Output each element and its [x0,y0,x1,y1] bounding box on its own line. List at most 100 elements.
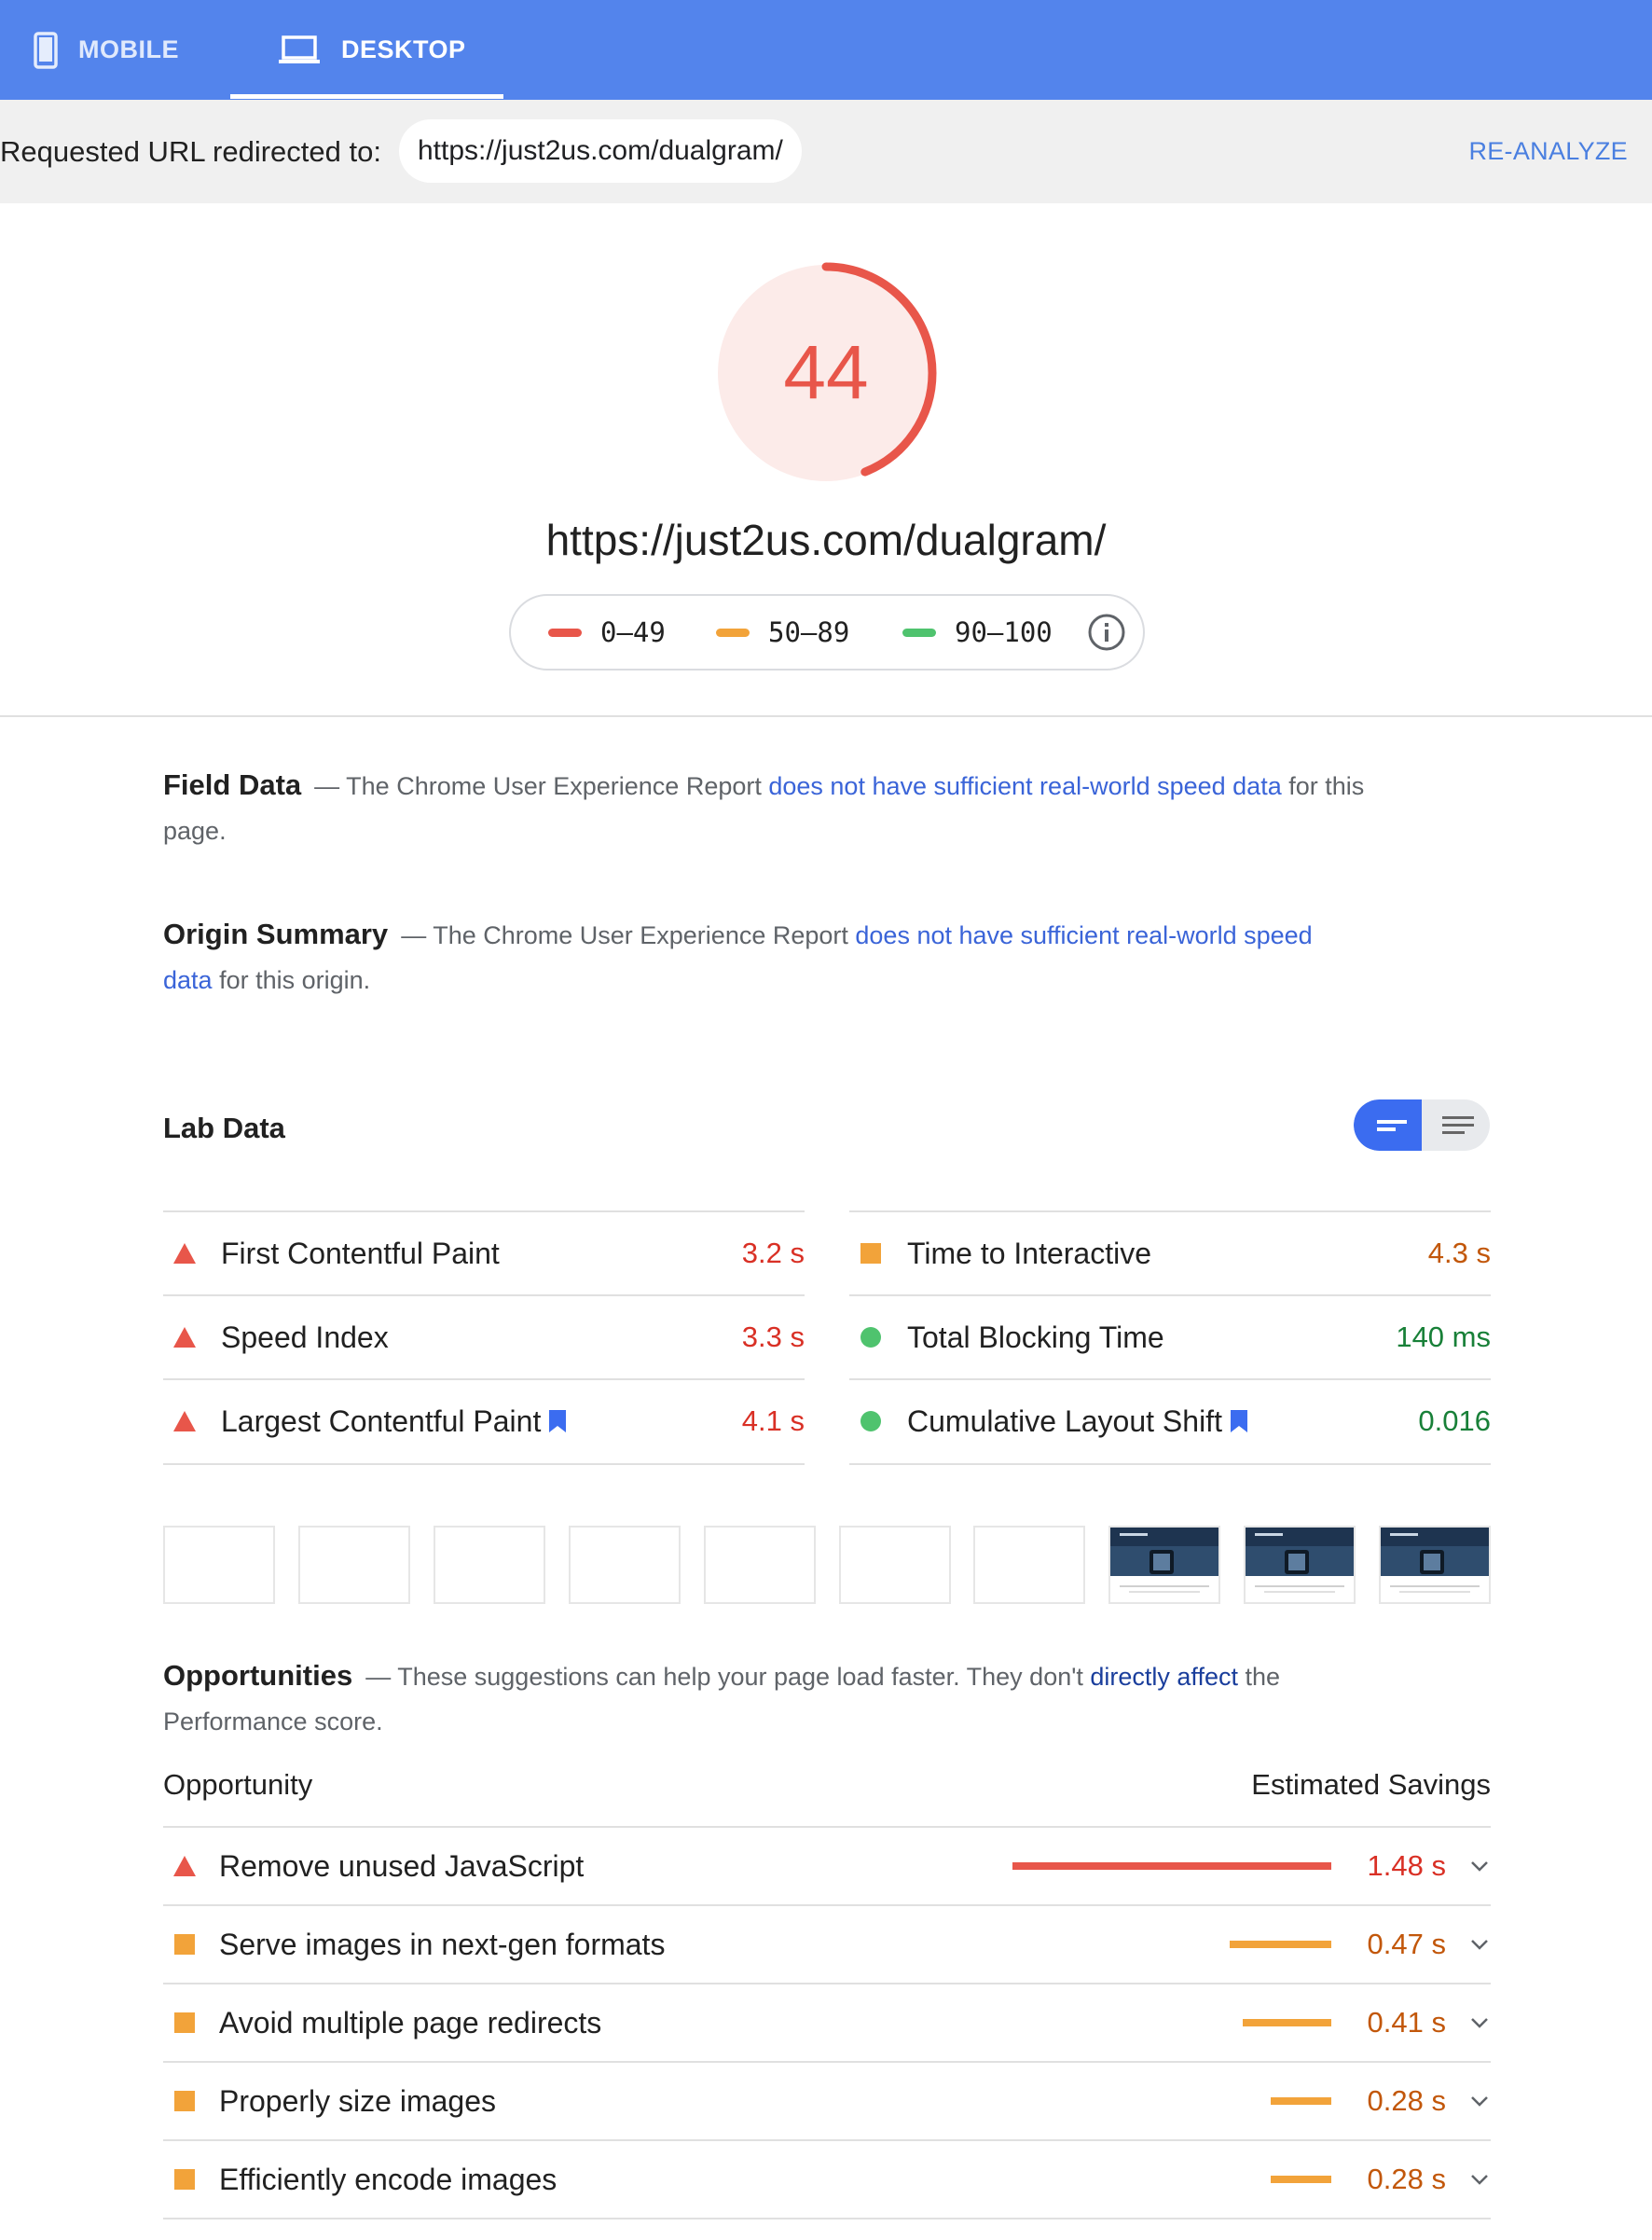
legend-average-label: 50–89 [768,616,850,648]
device-tab-bar: MOBILE DESKTOP [0,0,1652,100]
filmstrip-frame-blank [163,1526,275,1604]
origin-summary-text: — The Chrome User Experience Report [401,921,856,949]
tab-mobile-label: MOBILE [78,35,179,63]
metric-label: Total Blocking Time [907,1320,1164,1354]
core-web-vital-bookmark-icon [548,1409,567,1433]
metric-value: 3.3 s [741,1320,805,1353]
filmstrip-frame-blank [973,1526,1085,1604]
pass-circle-icon [857,1410,885,1432]
filmstrip-frame-screenshot [1244,1526,1356,1604]
laptop-icon [278,35,321,65]
divider [849,1463,1491,1465]
active-tab-indicator [230,94,503,99]
fail-triangle-icon [171,1242,199,1265]
directly-affect-link[interactable]: directly affect [1090,1663,1238,1691]
chevron-down-icon[interactable] [1468,1860,1491,1872]
redirect-bar: Requested URL redirected to: https://jus… [0,100,1652,203]
metric-value: 140 ms [1396,1320,1491,1353]
metric-time-to-interactive: Time to Interactive 4.3 s [849,1210,1491,1294]
savings-value: 0.41 s [1367,2006,1446,2039]
opportunities-heading: Opportunities [163,1659,353,1692]
divider [163,1463,805,1465]
opportunities-section: Opportunities — These suggestions can hel… [163,1653,1347,1744]
opportunity-label: Avoid multiple page redirects [219,2005,602,2040]
metric-label: Largest Contentful Paint [221,1403,542,1438]
metric-first-contentful-paint: First Contentful Paint 3.2 s [163,1210,805,1294]
score-legend: 0–49 50–89 90–100 [509,594,1145,671]
opportunity-label: Properly size images [219,2083,496,2118]
fail-triangle-icon [171,1410,199,1432]
opportunity-label: Efficiently encode images [219,2162,558,2196]
average-square-icon [171,2169,199,2190]
filmstrip-frame-blank [704,1526,816,1604]
metric-label: Time to Interactive [907,1236,1152,1270]
opportunities-text: — These suggestions can help your page l… [365,1663,1091,1691]
chevron-down-icon[interactable] [1468,2174,1491,2185]
metric-speed-index: Speed Index 3.3 s [163,1294,805,1378]
metric-label: First Contentful Paint [221,1236,500,1270]
average-swatch [716,628,750,637]
opportunity-efficiently-encode-images[interactable]: Efficiently encode images 0.28 s [163,2141,1491,2219]
savings-bar [1243,2019,1331,2026]
savings-bar [1271,2176,1331,2183]
tab-mobile[interactable]: MOBILE [34,0,179,100]
opportunity-label: Serve images in next-gen formats [219,1927,666,1961]
fail-triangle-icon [171,1326,199,1348]
field-data-section: Field Data — The Chrome User Experience R… [163,763,1375,853]
savings-value: 0.47 s [1367,1928,1446,1960]
savings-column-header: Estimated Savings [1251,1768,1491,1801]
opportunities-table-header: Opportunity Estimated Savings [163,1768,1491,1828]
short-lines-icon [1377,1120,1407,1131]
chevron-down-icon[interactable] [1468,2017,1491,2028]
metric-largest-contentful-paint: Largest Contentful Paint 4.1 s [163,1378,805,1462]
savings-value: 0.28 s [1367,2084,1446,2117]
average-square-icon [857,1243,885,1264]
metric-label: Cumulative Layout Shift [907,1403,1222,1438]
opportunity-column-header: Opportunity [163,1768,313,1801]
field-data-link[interactable]: does not have sufficient real-world spee… [768,772,1281,800]
origin-summary-text-after: for this origin. [212,966,371,994]
filmstrip-frame-blank [298,1526,410,1604]
analyzed-url: https://just2us.com/dualgram/ [545,516,1107,564]
metric-value: 4.3 s [1427,1237,1491,1269]
filmstrip-frame-screenshot [1379,1526,1491,1604]
metrics-view-toggle[interactable] [1354,1099,1490,1151]
pass-circle-icon [857,1326,885,1348]
smartphone-icon [34,31,58,69]
opportunity-properly-size-images[interactable]: Properly size images 0.28 s [163,2063,1491,2141]
chevron-down-icon[interactable] [1468,2095,1491,2107]
average-square-icon [171,1934,199,1955]
legend-pass-label: 90–100 [955,616,1053,648]
reanalyze-button[interactable]: RE-ANALYZE [1468,100,1628,203]
field-data-text: — The Chrome User Experience Report [314,772,769,800]
fail-triangle-icon [171,1855,199,1877]
legend-fail: 0–49 [548,596,666,669]
metric-value: 3.2 s [741,1237,805,1269]
tab-desktop-label: DESKTOP [341,35,466,63]
metric-value: 4.1 s [741,1404,805,1437]
savings-bar [1230,1941,1331,1948]
core-web-vital-bookmark-icon [1230,1409,1248,1433]
savings-bar [1012,1862,1331,1870]
lab-data-heading: Lab Data [163,1112,285,1144]
metric-value: 0.016 [1418,1404,1491,1437]
origin-summary-section: Origin Summary — The Chrome User Experien… [163,912,1347,1002]
filmstrip-frame-blank [839,1526,951,1604]
opportunity-next-gen-formats[interactable]: Serve images in next-gen formats 0.47 s [163,1906,1491,1984]
opportunity-remove-unused-javascript[interactable]: Remove unused JavaScript 1.48 s [163,1828,1491,1906]
expanded-view-button[interactable] [1422,1099,1490,1151]
savings-bar [1271,2097,1331,2105]
filmstrip-frame-blank [434,1526,545,1604]
opportunity-avoid-redirects[interactable]: Avoid multiple page redirects 0.41 s [163,1984,1491,2063]
info-icon[interactable] [1087,613,1126,657]
filmstrip-frame-screenshot [1108,1526,1220,1604]
field-data-heading: Field Data [163,768,302,801]
redirect-label: Requested URL redirected to: [0,135,381,168]
tab-desktop[interactable]: DESKTOP [278,0,466,100]
opportunity-label: Remove unused JavaScript [219,1848,585,1883]
savings-value: 0.28 s [1367,2163,1446,2195]
compact-view-button[interactable] [1354,1099,1422,1151]
savings-value: 1.48 s [1367,1849,1446,1882]
chevron-down-icon[interactable] [1468,1939,1491,1950]
metric-total-blocking-time: Total Blocking Time 140 ms [849,1294,1491,1378]
